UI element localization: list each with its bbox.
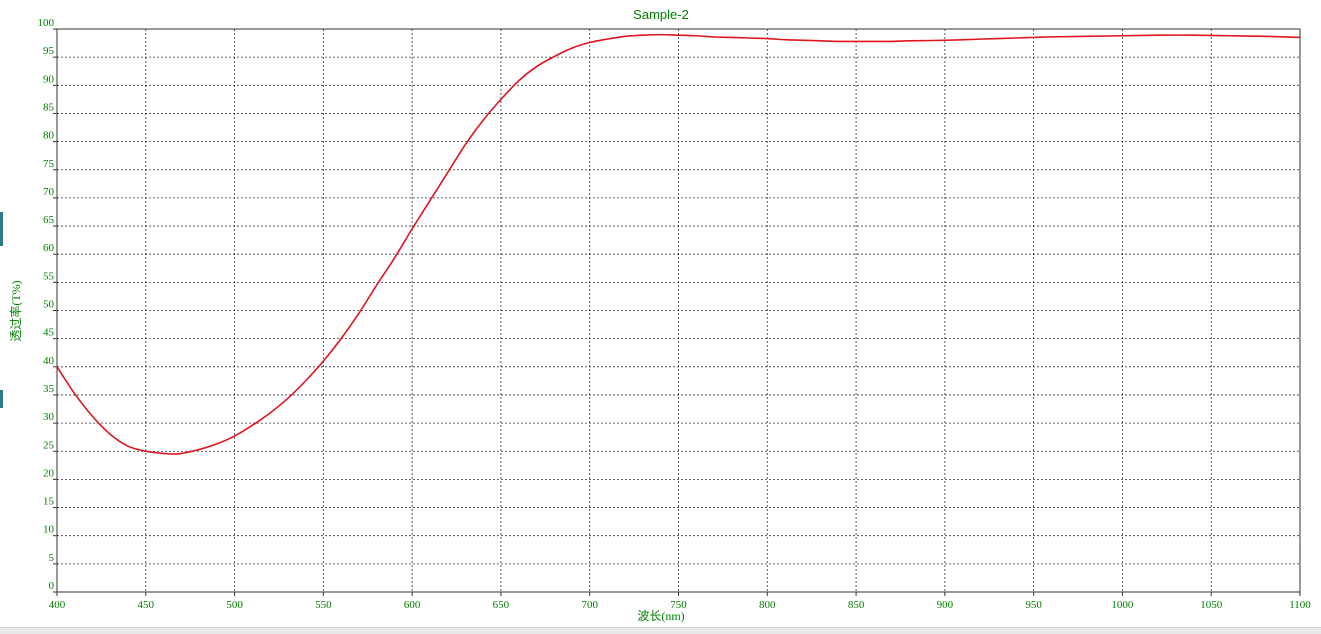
- y-tick-label: 45: [43, 327, 55, 339]
- y-tick-label: 80: [43, 130, 55, 142]
- y-tick-label: 85: [43, 101, 55, 113]
- x-tick-label: 1100: [1289, 599, 1311, 611]
- y-axis-ticks: 0 5 10 15 20 25 30 35 40 45 50 55 60 65 70 75 80 85 90 95 10…: [38, 17, 57, 593]
- x-tick-label: 650: [493, 599, 510, 611]
- x-tick-label: 700: [581, 599, 598, 611]
- x-tick-label: 400: [49, 599, 66, 611]
- y-tick-label: 0: [49, 580, 55, 592]
- x-tick-label: 900: [937, 599, 954, 611]
- y-tick-label: 30: [43, 411, 55, 423]
- chart-container: Sample-2 400 450 500 550 600 650 700 750 800 850 9…: [0, 0, 1321, 634]
- x-tick-label: 800: [759, 599, 776, 611]
- chart-svg: Sample-2 400 450 500 550 600 650 700 750 800 850 9…: [8, 7, 1311, 623]
- x-tick-label: 450: [138, 599, 155, 611]
- y-tick-label: 15: [43, 496, 55, 508]
- chart-title: Sample-2: [633, 7, 689, 22]
- y-tick-label: 100: [38, 17, 55, 29]
- y-tick-label: 50: [43, 299, 55, 311]
- y-tick-label: 40: [43, 355, 55, 367]
- y-tick-label: 90: [43, 73, 55, 85]
- x-tick-label: 1000: [1111, 599, 1134, 611]
- y-tick-label: 55: [43, 270, 55, 282]
- y-tick-label: 60: [43, 242, 55, 254]
- y-tick-label: 95: [43, 45, 55, 57]
- y-tick-label: 5: [49, 552, 55, 564]
- y-tick-label: 70: [43, 186, 55, 198]
- x-tick-label: 950: [1025, 599, 1042, 611]
- grid-layer: [57, 29, 1300, 592]
- y-tick-label: 10: [43, 524, 55, 536]
- y-tick-label: 65: [43, 214, 55, 226]
- window-bottom-edge: [0, 627, 1321, 634]
- x-tick-label: 600: [404, 599, 421, 611]
- x-tick-label: 550: [315, 599, 332, 611]
- y-axis-label: 透过率(T%): [8, 280, 23, 341]
- x-tick-label: 1050: [1200, 599, 1223, 611]
- y-tick-label: 25: [43, 439, 55, 451]
- y-tick-label: 35: [43, 383, 55, 395]
- y-tick-label: 75: [43, 158, 55, 170]
- x-tick-label: 850: [848, 599, 865, 611]
- x-tick-label: 500: [226, 599, 243, 611]
- y-tick-label: 20: [43, 467, 55, 479]
- x-axis-label: 波长(nm): [637, 609, 684, 623]
